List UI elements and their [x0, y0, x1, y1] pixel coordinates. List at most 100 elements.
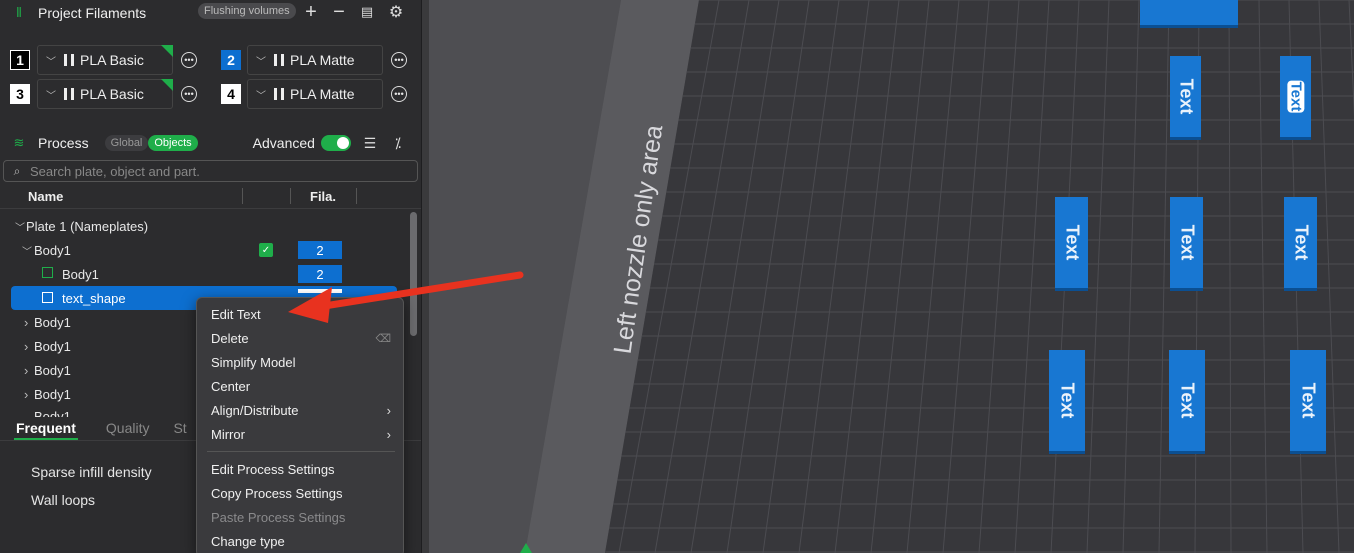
chevron-down-icon: ﹀	[46, 56, 56, 68]
filament-select[interactable]: ﹀ PLA Basic	[37, 79, 173, 109]
menu-label: Mirror	[211, 426, 245, 442]
tab-frequent[interactable]: Frequent	[14, 420, 78, 440]
search-box[interactable]: ⌕ Search plate, object and part.	[3, 160, 418, 182]
split-icon[interactable]: ⁒	[389, 134, 407, 152]
3d-viewport[interactable]: Left nozzle only area Text Text Text Tex…	[429, 0, 1354, 553]
filament-swatch-icon	[64, 54, 74, 66]
filament-swatch-icon	[274, 88, 284, 100]
object-text: Text	[1287, 80, 1305, 113]
plate-label: Plate 1 (Nameplates)	[26, 218, 149, 234]
object-text: Text	[1291, 224, 1311, 261]
filament-slot-1[interactable]: 1 ﹀ PLA Basic •••	[10, 45, 197, 75]
column-divider	[242, 188, 243, 204]
advanced-switch[interactable]	[320, 135, 351, 151]
chevron-right-icon: ›	[386, 426, 391, 442]
object-text: Text	[1057, 382, 1078, 419]
filament-select[interactable]: ﹀ PLA Matte	[247, 45, 383, 75]
menu-label: Edit Process Settings	[211, 461, 335, 477]
object-text: Text	[1176, 78, 1196, 115]
chevron-right-icon: ›	[386, 402, 391, 418]
tab-quality[interactable]: Quality	[106, 420, 150, 436]
filaments-header: ⦀ Project Filaments Flushing volumes + −…	[0, 0, 421, 26]
chevron-down-icon: ﹀	[256, 90, 266, 102]
tab-strength[interactable]: St	[173, 420, 186, 436]
filament-slot-2[interactable]: 2 ﹀ PLA Matte •••	[221, 45, 407, 75]
part-label: text_shape	[62, 290, 126, 306]
text-object[interactable]: Text	[1170, 197, 1203, 291]
app-window: ⦀ Project Filaments Flushing volumes + −…	[0, 0, 1354, 553]
setting-wall-loops: Wall loops	[31, 492, 96, 508]
chevron-right-icon[interactable]: ›	[24, 315, 28, 330]
filament-name: PLA Basic	[80, 52, 144, 68]
process-header: ≋ Process Global Objects Advanced ☰ ⁒	[0, 131, 421, 155]
filament-slot-4[interactable]: 4 ﹀ PLA Matte •••	[221, 79, 407, 109]
filament-select[interactable]: ﹀ PLA Matte	[247, 79, 383, 109]
menu-item-center[interactable]: Center	[211, 375, 391, 397]
menu-separator	[207, 451, 395, 452]
chevron-down-icon[interactable]: ﹀	[22, 243, 32, 258]
menu-label: Delete	[211, 330, 249, 346]
filament-number: 2	[221, 50, 241, 70]
chevron-down-icon: ﹀	[256, 56, 266, 68]
chevron-down-icon: ﹀	[46, 90, 56, 102]
flushing-volumes-button[interactable]: Flushing volumes	[198, 3, 296, 19]
menu-label: Align/Distribute	[211, 402, 299, 418]
text-object-selected[interactable]: Text	[1280, 56, 1311, 140]
column-name[interactable]: Name	[28, 189, 63, 204]
list-icon[interactable]: ☰	[361, 134, 379, 152]
filament-corner-mark	[161, 79, 173, 91]
more-options-icon[interactable]: •••	[391, 86, 407, 102]
objects-toggle[interactable]: Objects	[148, 135, 198, 151]
minus-icon[interactable]: −	[330, 1, 348, 23]
filament-name: PLA Basic	[80, 86, 144, 102]
menu-item-mirror[interactable]: Mirror ›	[211, 423, 391, 445]
filament-number: 4	[221, 84, 241, 104]
part-icon	[42, 267, 53, 278]
filament-icon: ⦀	[16, 5, 22, 20]
chevron-down-icon[interactable]: ﹀	[15, 219, 25, 234]
build-plate-grid	[429, 0, 1354, 553]
menu-item-simplify-model[interactable]: Simplify Model	[211, 351, 391, 373]
global-toggle[interactable]: Global	[104, 135, 149, 151]
filament-select[interactable]: ﹀ PLA Basic	[37, 45, 173, 75]
filament-slot-3[interactable]: 3 ﹀ PLA Basic •••	[10, 79, 197, 109]
text-object[interactable]: Text	[1169, 350, 1205, 454]
menu-item-change-type[interactable]: Change type	[211, 530, 391, 552]
object-label: Body1	[34, 386, 71, 402]
filament-name: PLA Matte	[290, 52, 355, 68]
gear-icon[interactable]: ⚙	[387, 3, 405, 21]
text-object[interactable]: Text	[1049, 350, 1085, 454]
flush-icon[interactable]: ▤	[358, 3, 376, 21]
chevron-right-icon[interactable]: ›	[24, 363, 28, 378]
object-label: Body1	[34, 314, 71, 330]
advanced-label: Advanced	[252, 135, 315, 151]
menu-item-paste-process-settings: Paste Process Settings	[211, 506, 391, 528]
text-object[interactable]	[1140, 0, 1238, 28]
annotation-arrow	[288, 271, 524, 323]
menu-item-edit-process-settings[interactable]: Edit Process Settings	[211, 458, 391, 480]
more-options-icon[interactable]: •••	[181, 52, 197, 68]
plus-icon[interactable]: +	[302, 1, 320, 23]
tree-column-header: Name Fila.	[0, 184, 421, 208]
column-fila[interactable]: Fila.	[310, 189, 336, 204]
text-object[interactable]: Text	[1170, 56, 1201, 140]
more-options-icon[interactable]: •••	[391, 52, 407, 68]
more-options-icon[interactable]: •••	[181, 86, 197, 102]
text-object[interactable]: Text	[1055, 197, 1088, 291]
tree-plate-row[interactable]: ﹀ Plate 1 (Nameplates)	[0, 214, 410, 238]
text-object[interactable]: Text	[1284, 197, 1317, 291]
filament-corner-mark	[161, 45, 173, 57]
column-divider	[290, 188, 291, 204]
axis-marker	[520, 543, 532, 553]
menu-label: Simplify Model	[211, 354, 296, 370]
search-input[interactable]: Search plate, object and part.	[30, 164, 200, 179]
object-label: Body1	[34, 242, 71, 258]
menu-item-align-distribute[interactable]: Align/Distribute ›	[211, 399, 391, 421]
filaments-title: Project Filaments	[38, 5, 147, 21]
text-object[interactable]: Text	[1290, 350, 1326, 454]
chevron-right-icon[interactable]: ›	[24, 387, 28, 402]
column-divider	[356, 188, 357, 204]
chevron-right-icon[interactable]: ›	[24, 339, 28, 354]
menu-label: Copy Process Settings	[211, 485, 343, 501]
menu-item-copy-process-settings[interactable]: Copy Process Settings	[211, 482, 391, 504]
